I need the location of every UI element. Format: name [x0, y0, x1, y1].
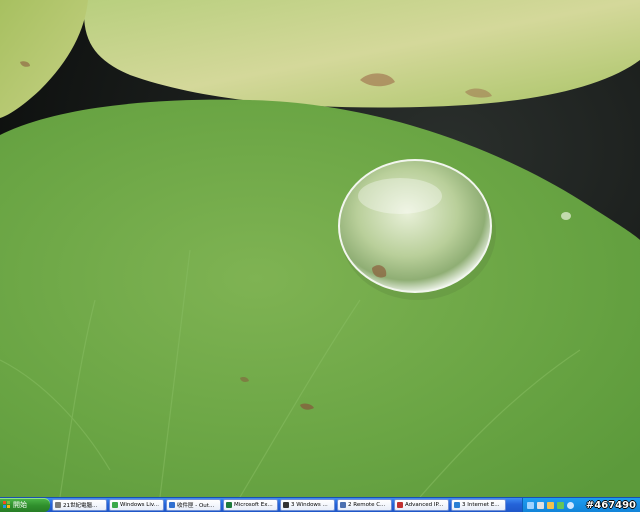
taskbar: 開始 21世紀電腦... Windows Liv... 收件匣 - Out...… [0, 497, 640, 512]
update-icon[interactable] [557, 501, 564, 509]
start-button[interactable]: 開始 [0, 498, 50, 512]
taskbar-buttons: 21世紀電腦... Windows Liv... 收件匣 - Out... Mi… [52, 499, 506, 511]
ip-scanner-icon [397, 502, 403, 508]
taskbar-button-label: 2 Remote C... [348, 502, 386, 508]
document-icon [55, 502, 61, 508]
remote-icon [340, 502, 346, 508]
desktop [0, 0, 640, 497]
taskbar-button-label: Windows Liv... [120, 502, 159, 508]
excel-icon [226, 502, 232, 508]
taskbar-button-advanced-ip[interactable]: Advanced IP... [394, 499, 449, 511]
taskbar-button-excel[interactable]: Microsoft Ex... [223, 499, 278, 511]
speaker-icon[interactable] [537, 501, 544, 509]
messenger-icon [112, 502, 118, 508]
taskbar-button-label: 3 Windows ... [291, 502, 328, 508]
taskbar-button-label: Microsoft Ex... [234, 502, 273, 508]
taskbar-button-windows-live[interactable]: Windows Liv... [109, 499, 164, 511]
ie-icon [454, 502, 460, 508]
lotus-leaf-wallpaper [0, 0, 640, 497]
taskbar-button-label: Advanced IP... [405, 502, 444, 508]
outlook-icon [169, 502, 175, 508]
folder-icon [283, 502, 289, 508]
taskbar-button-21century[interactable]: 21世紀電腦... [52, 499, 107, 511]
watermark-text: #467490 [585, 500, 636, 511]
taskbar-button-internet-explorer[interactable]: 3 Internet E... [451, 499, 506, 511]
start-button-label: 開始 [13, 501, 27, 509]
taskbar-button-remote-desktop[interactable]: 2 Remote C... [337, 499, 392, 511]
taskbar-button-outlook[interactable]: 收件匣 - Out... [166, 499, 221, 511]
taskbar-button-label: 3 Internet E... [462, 502, 500, 508]
clock-icon[interactable] [567, 501, 574, 509]
taskbar-button-label: 收件匣 - Out... [177, 503, 215, 509]
network-icon[interactable] [527, 501, 534, 509]
shield-icon[interactable] [547, 501, 554, 509]
taskbar-button-windows-explorer[interactable]: 3 Windows ... [280, 499, 335, 511]
windows-logo-icon [3, 501, 11, 509]
system-tray: #467490 [522, 498, 640, 512]
taskbar-button-label: 21世紀電腦... [63, 503, 98, 509]
